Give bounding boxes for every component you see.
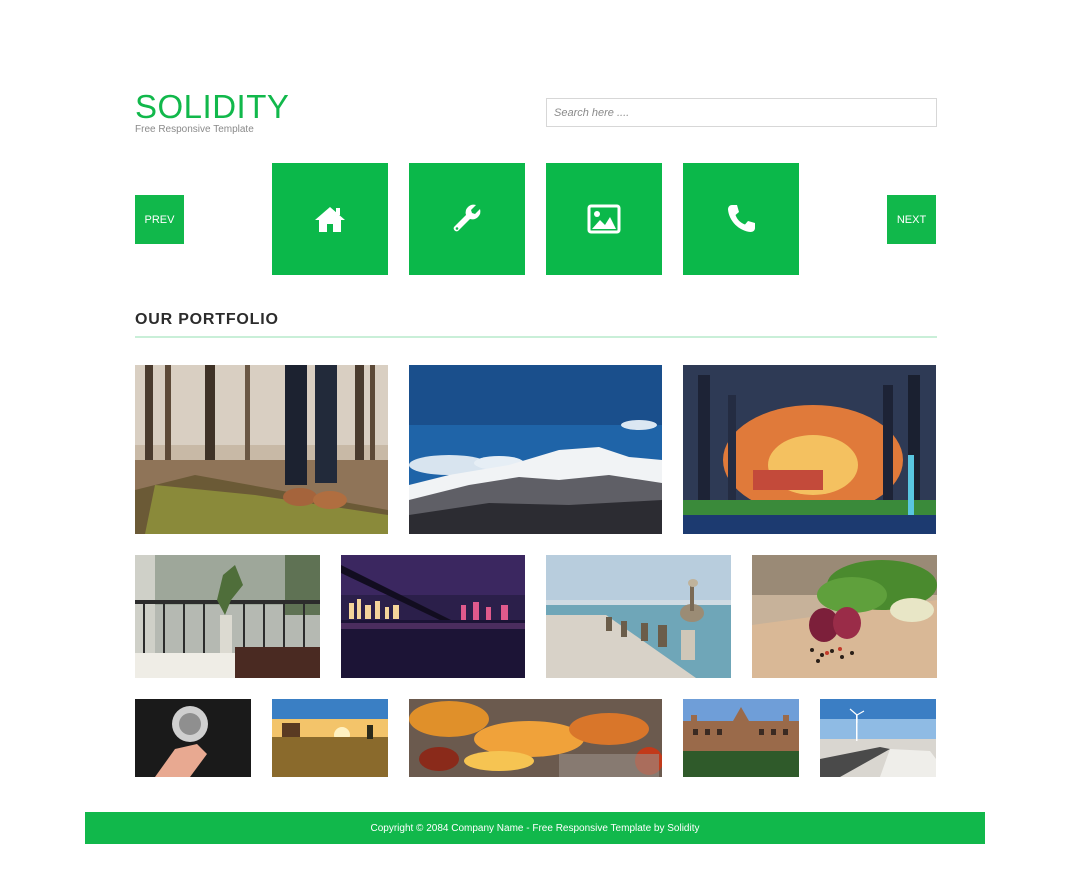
tile-home[interactable]	[272, 163, 388, 275]
forest-boots-photo	[135, 365, 388, 534]
balcony-plant-photo	[135, 555, 320, 678]
portfolio-item-onion-salad[interactable]	[752, 555, 937, 678]
home-icon	[315, 207, 345, 232]
tile-contact[interactable]	[683, 163, 799, 275]
portfolio-item-autumn-leaves[interactable]	[409, 699, 662, 777]
pelican-pier-photo	[546, 555, 731, 678]
image-icon	[587, 204, 621, 234]
section-divider	[135, 336, 937, 338]
college-building-photo	[683, 699, 799, 777]
tile-tools[interactable]	[409, 163, 525, 275]
sunset-field-photo	[272, 699, 388, 777]
dandelion-hand-photo	[135, 699, 251, 777]
site-tagline: Free Responsive Template	[135, 124, 254, 135]
portfolio-item-city-bridge[interactable]	[341, 555, 525, 678]
next-button[interactable]: NEXT	[887, 195, 936, 244]
wind-turbine-road-photo	[820, 699, 936, 777]
footer: Copyright © 2084 Company Name - Free Res…	[85, 812, 985, 844]
tile-gallery[interactable]	[546, 163, 662, 275]
section-title: OUR PORTFOLIO	[135, 311, 279, 328]
tree-alley-sunset-photo	[683, 365, 936, 534]
portfolio-item-pelican-pier[interactable]	[546, 555, 731, 678]
prev-button[interactable]: PREV	[135, 195, 184, 244]
onion-salad-photo	[752, 555, 937, 678]
portfolio-item-college-building[interactable]	[683, 699, 799, 777]
portfolio-item-snowy-mountains[interactable]	[409, 365, 662, 534]
search-input[interactable]	[546, 98, 937, 127]
portfolio-item-wind-turbine-road[interactable]	[820, 699, 936, 777]
wrench-icon	[453, 204, 481, 232]
copyright-text: Copyright © 2084 Company Name - Free Res…	[370, 822, 700, 834]
portfolio-item-forest-boots[interactable]	[135, 365, 388, 534]
portfolio-item-dandelion[interactable]	[135, 699, 251, 777]
brand: SOLIDITY Free Responsive Template	[135, 90, 289, 136]
autumn-leaves-photo	[409, 699, 662, 777]
site-title[interactable]: SOLIDITY	[135, 90, 289, 124]
portfolio-item-tree-alley[interactable]	[683, 365, 936, 534]
snowy-mountains-photo	[409, 365, 662, 534]
city-bridge-night-photo	[341, 555, 525, 678]
phone-icon	[728, 205, 755, 232]
portfolio-item-sunset-field[interactable]	[272, 699, 388, 777]
portfolio-item-balcony-plant[interactable]	[135, 555, 320, 678]
